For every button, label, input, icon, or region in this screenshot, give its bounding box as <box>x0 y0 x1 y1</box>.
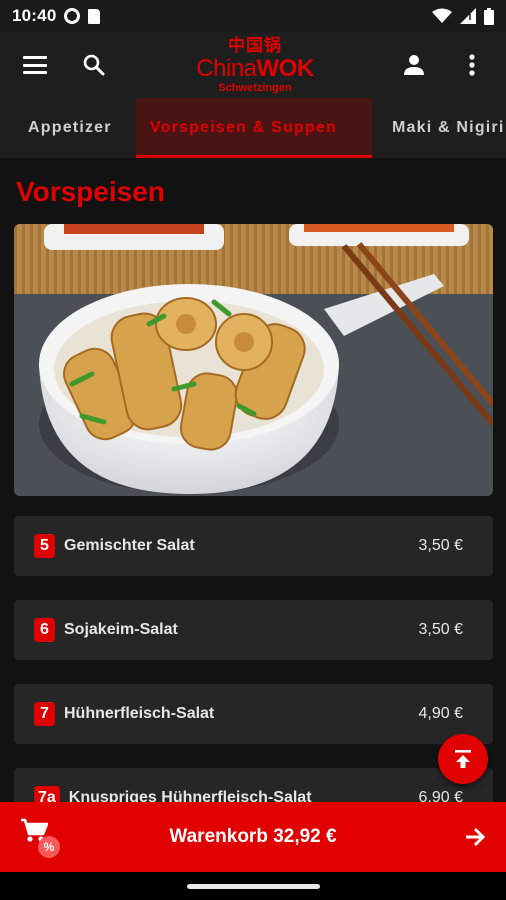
app-logo[interactable]: 中国锅 ChinaWOK Schwetzingen <box>180 36 330 96</box>
battery-icon <box>484 7 494 25</box>
arrow-forward-icon <box>466 827 486 847</box>
item-name: Gemischter Salat <box>64 537 195 554</box>
settings-icon <box>64 8 81 24</box>
tab-maki-nigiri[interactable]: Maki & Nigiri <box>378 98 506 158</box>
sd-card-icon <box>88 8 101 24</box>
item-name: Sojakeim-Salat <box>64 621 178 638</box>
section-title: Vorspeisen <box>16 176 165 207</box>
tab-vorspeisen-suppen[interactable]: Vorspeisen & Suppen <box>136 98 372 158</box>
logo-brand: ChinaWOK <box>196 55 314 82</box>
cart-total-label: Warenkorb 32,92 € <box>169 826 337 847</box>
system-nav-bar <box>0 872 506 900</box>
menu-item[interactable]: 7 Hühnerfleisch-Salat 4,90 € <box>14 684 493 744</box>
home-gesture-handle[interactable] <box>187 884 320 889</box>
search-icon <box>83 54 105 76</box>
item-number-badge: 7 <box>34 702 55 726</box>
logo-chinese: 中国锅 <box>228 36 282 56</box>
account-icon <box>404 55 424 75</box>
category-tabs: Appetizer Vorspeisen & Suppen Maki & Nig… <box>0 98 506 158</box>
item-price: 4,90 € <box>418 705 463 722</box>
tab-appetizer[interactable]: Appetizer <box>14 98 126 158</box>
menu-item[interactable]: 5 Gemischter Salat 3,50 € <box>14 516 493 576</box>
category-hero-image <box>14 224 493 496</box>
item-name: Hühnerfleisch-Salat <box>64 705 215 722</box>
scroll-to-top-button[interactable] <box>438 734 488 784</box>
item-number-badge: 5 <box>34 534 55 558</box>
account-button[interactable] <box>394 45 434 85</box>
app-bar: 中国锅 ChinaWOK Schwetzingen <box>0 32 506 98</box>
more-vert-icon <box>469 54 475 76</box>
search-button[interactable] <box>74 45 114 85</box>
wifi-icon <box>432 8 452 23</box>
more-button[interactable] <box>452 45 492 85</box>
menu-icon <box>23 56 47 74</box>
item-price: 3,50 € <box>418 621 463 638</box>
menu-button[interactable] <box>15 45 55 85</box>
status-bar: 10:40 <box>0 0 506 32</box>
cart-bar[interactable]: % Warenkorb 32,92 € <box>0 802 506 872</box>
menu-item[interactable]: 6 Sojakeim-Salat 3,50 € <box>14 600 493 660</box>
signal-icon <box>460 8 476 24</box>
discount-badge: % <box>38 836 60 858</box>
item-number-badge: 6 <box>34 618 55 642</box>
cart-icon-group: % <box>20 818 62 860</box>
vertical-align-top-icon <box>455 750 471 768</box>
logo-city: Schwetzingen <box>218 82 292 94</box>
item-price: 3,50 € <box>418 537 463 554</box>
status-time: 10:40 <box>12 6 57 25</box>
